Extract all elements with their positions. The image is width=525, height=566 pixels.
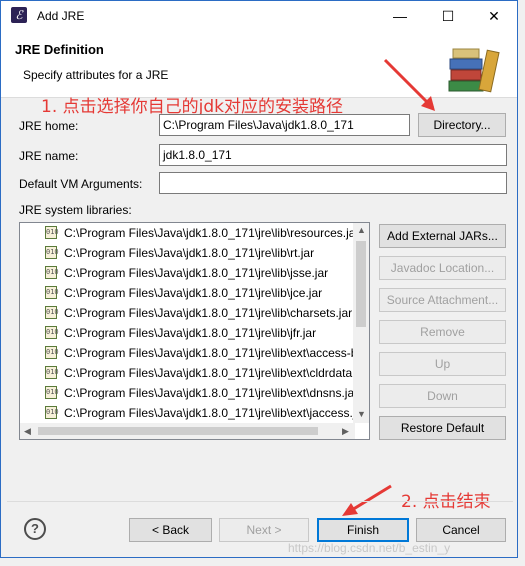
library-path: C:\Program Files\Java\jdk1.8.0_171\jre\l… bbox=[64, 326, 317, 340]
jar-icon: 010 bbox=[45, 326, 59, 339]
jar-icon: 010 bbox=[45, 406, 59, 419]
back-button[interactable]: < Back bbox=[129, 518, 212, 542]
vertical-scroll-thumb[interactable] bbox=[356, 241, 366, 327]
jar-icon: 010 bbox=[45, 386, 59, 399]
jar-icon: 010 bbox=[45, 266, 59, 279]
minimize-button[interactable]: — bbox=[377, 1, 423, 31]
horizontal-scroll-thumb[interactable] bbox=[38, 427, 318, 435]
title-bar: ℰ Add JRE — ☐ ✕ bbox=[1, 1, 517, 31]
library-path: C:\Program Files\Java\jdk1.8.0_171\jre\l… bbox=[64, 246, 315, 260]
jre-home-label: JRE home: bbox=[19, 119, 79, 133]
list-item[interactable]: 010 C:\Program Files\Java\jdk1.8.0_171\jr… bbox=[20, 303, 356, 323]
footer-separator bbox=[7, 501, 513, 502]
javadoc-location-button[interactable]: Javadoc Location... bbox=[379, 256, 506, 280]
directory-button[interactable]: Directory... bbox=[418, 113, 506, 137]
list-item[interactable]: 010 C:\Program Files\Java\jdk1.8.0_171\jr… bbox=[20, 403, 356, 423]
page-subtitle: Specify attributes for a JRE bbox=[23, 68, 169, 82]
down-button[interactable]: Down bbox=[379, 384, 506, 408]
maximize-button[interactable]: ☐ bbox=[425, 1, 471, 31]
jar-icon: 010 bbox=[45, 226, 59, 239]
source-attachment-button[interactable]: Source Attachment... bbox=[379, 288, 506, 312]
add-external-jars-button[interactable]: Add External JARs... bbox=[379, 224, 506, 248]
window-title: Add JRE bbox=[37, 9, 85, 23]
horizontal-scrollbar[interactable]: ◀ ▶ bbox=[20, 423, 355, 439]
library-path: C:\Program Files\Java\jdk1.8.0_171\jre\l… bbox=[64, 226, 356, 240]
scroll-down-icon[interactable]: ▼ bbox=[357, 409, 366, 419]
list-item[interactable]: 010 C:\Program Files\Java\jdk1.8.0_171\jr… bbox=[20, 223, 356, 243]
list-item[interactable]: 010 C:\Program Files\Java\jdk1.8.0_171\jr… bbox=[20, 363, 356, 383]
library-path: C:\Program Files\Java\jdk1.8.0_171\jre\l… bbox=[64, 346, 356, 360]
finish-button[interactable]: Finish bbox=[317, 518, 409, 542]
libraries-rows: 010 C:\Program Files\Java\jdk1.8.0_171\jr… bbox=[20, 223, 356, 423]
list-item[interactable]: 010 C:\Program Files\Java\jdk1.8.0_171\jr… bbox=[20, 243, 356, 263]
close-button[interactable]: ✕ bbox=[471, 1, 517, 31]
cancel-button[interactable]: Cancel bbox=[416, 518, 506, 542]
page-title: JRE Definition bbox=[15, 42, 104, 57]
jar-icon: 010 bbox=[45, 286, 59, 299]
library-path: C:\Program Files\Java\jdk1.8.0_171\jre\l… bbox=[64, 406, 356, 420]
vertical-scrollbar[interactable]: ▲ ▼ bbox=[353, 223, 369, 423]
list-item[interactable]: 010 C:\Program Files\Java\jdk1.8.0_171\jr… bbox=[20, 263, 356, 283]
library-path: C:\Program Files\Java\jdk1.8.0_171\jre\l… bbox=[64, 286, 323, 300]
vm-args-label: Default VM Arguments: bbox=[19, 177, 143, 191]
jre-name-label: JRE name: bbox=[19, 149, 79, 163]
vm-args-field[interactable] bbox=[159, 172, 507, 194]
jar-icon: 010 bbox=[45, 246, 59, 259]
library-path: C:\Program Files\Java\jdk1.8.0_171\jre\l… bbox=[64, 366, 356, 380]
jre-home-field[interactable]: C:\Program Files\Java\jdk1.8.0_171 bbox=[159, 114, 410, 136]
scroll-right-icon[interactable]: ▶ bbox=[342, 426, 349, 437]
jar-icon: 010 bbox=[45, 346, 59, 359]
watermark: https://blog.csdn.net/b_estin_y bbox=[288, 541, 451, 555]
eclipse-icon: ℰ bbox=[11, 7, 27, 23]
library-path: C:\Program Files\Java\jdk1.8.0_171\jre\l… bbox=[64, 266, 329, 280]
libraries-list[interactable]: 010 C:\Program Files\Java\jdk1.8.0_171\jr… bbox=[19, 222, 370, 440]
scroll-left-icon[interactable]: ◀ bbox=[24, 426, 31, 437]
remove-button[interactable]: Remove bbox=[379, 320, 506, 344]
list-item[interactable]: 010 C:\Program Files\Java\jdk1.8.0_171\jr… bbox=[20, 283, 356, 303]
up-button[interactable]: Up bbox=[379, 352, 506, 376]
jre-books-icon bbox=[448, 48, 500, 93]
add-jre-dialog: ℰ Add JRE — ☐ ✕ JRE Definition Specify a… bbox=[0, 0, 518, 558]
jar-icon: 010 bbox=[45, 306, 59, 319]
jar-icon: 010 bbox=[45, 366, 59, 379]
scroll-up-icon[interactable]: ▲ bbox=[357, 225, 366, 235]
annotation-arrow-1 bbox=[383, 58, 435, 111]
annotation-step-2: 2. 点击结束 bbox=[401, 492, 491, 512]
library-path: C:\Program Files\Java\jdk1.8.0_171\jre\l… bbox=[64, 386, 356, 400]
list-item[interactable]: 010 C:\Program Files\Java\jdk1.8.0_171\jr… bbox=[20, 343, 356, 363]
list-item[interactable]: 010 C:\Program Files\Java\jdk1.8.0_171\jr… bbox=[20, 323, 356, 343]
libraries-label: JRE system libraries: bbox=[19, 203, 132, 217]
next-button[interactable]: Next > bbox=[219, 518, 309, 542]
help-icon[interactable]: ? bbox=[24, 518, 46, 540]
library-path: C:\Program Files\Java\jdk1.8.0_171\jre\l… bbox=[64, 306, 353, 320]
jre-name-field[interactable]: jdk1.8.0_171 bbox=[159, 144, 507, 166]
restore-default-button[interactable]: Restore Default bbox=[379, 416, 506, 440]
list-item[interactable]: 010 C:\Program Files\Java\jdk1.8.0_171\jr… bbox=[20, 383, 356, 403]
